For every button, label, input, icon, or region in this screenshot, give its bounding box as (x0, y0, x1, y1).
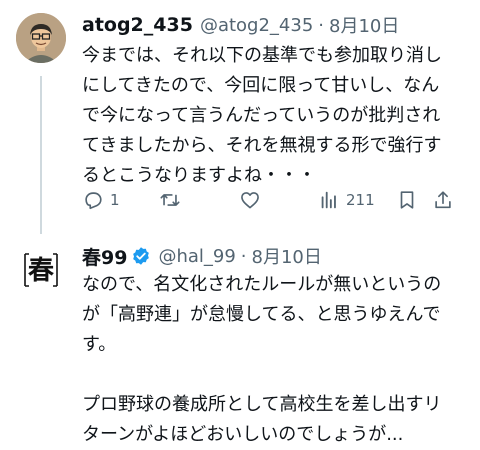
tweet-actions: 1 211 (82, 186, 462, 214)
avatar-glyph: 春 (28, 256, 54, 286)
display-name[interactable]: atog2_435 (82, 14, 193, 36)
reply-button[interactable]: 1 (82, 186, 120, 214)
verified-badge-icon (133, 247, 150, 265)
tweet-text-line: プロ野球の養成所として高校生を差し出すリ (82, 394, 442, 415)
post-date[interactable]: 8月10日 (329, 12, 399, 38)
tweet-text-line: で今になって言うんだっていうのが批判され (82, 105, 441, 126)
bookmark-button[interactable] (396, 186, 418, 214)
tweet-text-line: てきましたから、それを無視する形で強行す (82, 135, 442, 156)
avatar-illustration (16, 13, 66, 63)
post-date[interactable]: 8月10日 (252, 243, 322, 269)
avatar-kanji-logo: 春 (16, 244, 66, 294)
bookmark-icon (400, 191, 414, 209)
separator-dot: · (318, 14, 325, 36)
views-chart-icon (321, 191, 336, 209)
heart-icon (241, 192, 259, 209)
share-button[interactable] (432, 186, 454, 214)
tweet-header: atog2_435 @atog2_435 · 8月10日 (82, 12, 399, 38)
tweet-text-line: にしてきたので、今回に限って甘いし、なん (82, 75, 440, 96)
views-button[interactable]: 211 (318, 186, 375, 214)
reply-icon (85, 192, 102, 210)
tweet-text-line: ターンがよほどおいしいのでしょうが... (82, 424, 404, 445)
view-count: 211 (346, 191, 375, 209)
retweet-button[interactable] (159, 186, 187, 214)
share-icon (435, 191, 451, 209)
user-handle[interactable]: @atog2_435 (200, 15, 313, 36)
thread-line (40, 76, 42, 234)
tweet-text-line: なので、名文化されたルールが無いというの (82, 274, 442, 295)
avatar[interactable] (16, 13, 66, 63)
tweet-text: なので、名文化されたルールが無いというの が「高野連」が怠慢してる、と思うゆえん… (82, 270, 472, 450)
avatar[interactable]: 春 (16, 244, 66, 294)
user-handle[interactable]: @hal_99 (158, 246, 235, 267)
separator-dot: · (240, 245, 247, 267)
like-button[interactable] (239, 186, 267, 214)
tweet-text: 今までは、それ以下の基準でも参加取り消し にしてきたので、今回に限って甘いし、な… (82, 41, 472, 191)
tweet-text-line: す。 (82, 334, 117, 355)
tweet-header: 春99 @hal_99 · 8月10日 (82, 243, 322, 269)
display-name[interactable]: 春99 (82, 243, 127, 270)
reply-count: 1 (110, 191, 120, 209)
tweet-text-line: 今までは、それ以下の基準でも参加取り消し (82, 45, 442, 66)
tweet-text-line: が「高野連」が怠慢してる、と思うゆえんで (82, 304, 441, 325)
retweet-icon (160, 194, 180, 206)
